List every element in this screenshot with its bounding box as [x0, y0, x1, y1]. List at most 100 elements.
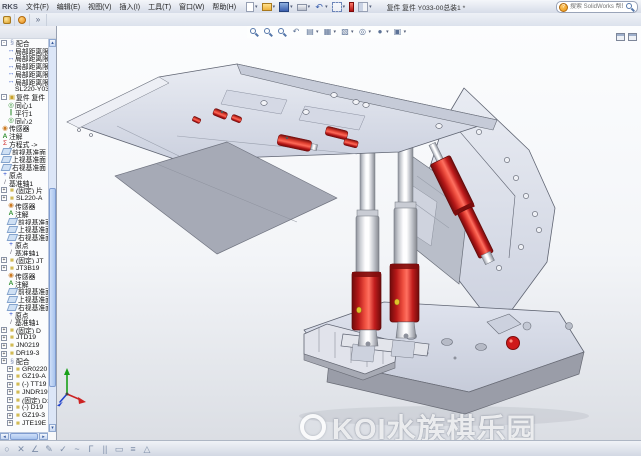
tree-item[interactable]: 前视基准面 — [0, 288, 48, 296]
document-window-menu[interactable] — [628, 28, 637, 46]
tree-item[interactable]: +■GR0220 — [0, 365, 48, 373]
tree-item[interactable]: +■(固定) D1 — [0, 396, 48, 404]
save[interactable]: ▾ — [277, 1, 295, 13]
menu-item[interactable]: 编辑(E) — [53, 2, 84, 12]
corner-tool[interactable]: Γ — [84, 442, 98, 456]
zoom-to-fit[interactable] — [247, 26, 261, 38]
expand-toggle[interactable]: - — [1, 94, 7, 100]
tree-item[interactable]: ∥平行1 — [0, 109, 48, 117]
tree-item[interactable]: A注解 — [0, 210, 48, 218]
tree-item[interactable]: /基准轴1 — [0, 319, 48, 327]
tree-vertical-scrollbar[interactable]: ▴ ▾ — [48, 39, 56, 432]
tree-item[interactable]: +■JTE19E — [0, 420, 48, 428]
tree-item[interactable]: ◎同心1 — [0, 101, 48, 109]
tree-item[interactable]: -§配合 — [0, 39, 48, 47]
tree-item[interactable]: 上视基准面 — [0, 295, 48, 303]
tree-item[interactable]: +■GZ19-3 — [0, 412, 48, 420]
dropdown-arrow-icon[interactable]: ▾ — [404, 29, 407, 35]
tree-item[interactable]: +■JTD19 — [0, 334, 48, 342]
circle-tool[interactable]: ○ — [0, 442, 14, 456]
hydraulic-leg-front[interactable] — [352, 146, 381, 347]
rebuild[interactable] — [347, 1, 356, 13]
pencil-tool[interactable]: ✎ — [42, 442, 56, 456]
tree-item[interactable]: +■(-) D19 — [0, 404, 48, 412]
tree-item[interactable]: 上视基准面 — [0, 155, 48, 163]
tree-item[interactable]: +■(-) TT19 — [0, 381, 48, 389]
open[interactable]: ▾ — [260, 1, 278, 13]
trim-tool[interactable]: ✕ — [14, 442, 28, 456]
select[interactable]: ▾ — [330, 1, 348, 13]
tree-item[interactable]: ◉传感器 — [0, 202, 48, 210]
dropdown-arrow-icon[interactable]: ▾ — [343, 4, 346, 10]
tree-item[interactable]: 右视基准面 — [0, 233, 48, 241]
expand-toggle[interactable]: + — [7, 389, 13, 395]
zoom-to-area[interactable] — [261, 26, 275, 38]
undo[interactable]: ↶▾ — [312, 1, 330, 13]
spline-tool[interactable]: ~ — [70, 442, 84, 456]
dropdown-arrow-icon[interactable]: ▾ — [351, 29, 354, 35]
dropdown-arrow-icon[interactable]: ▾ — [386, 29, 389, 35]
search-input[interactable] — [568, 3, 625, 11]
tree-item[interactable]: -▣复件 复件 — [0, 93, 48, 101]
tree-item[interactable]: ↔局部距离限制4 — [0, 70, 48, 78]
dropdown-arrow-icon[interactable]: ▾ — [325, 4, 328, 10]
tree-item[interactable]: SL220-Y033-2 — [0, 86, 48, 94]
tree-item[interactable]: /基准轴1 — [0, 179, 48, 187]
expand-toggle[interactable]: + — [1, 335, 7, 341]
reference-triad[interactable] — [57, 368, 86, 407]
menu-item[interactable]: 插入(I) — [115, 2, 144, 12]
tree-item[interactable]: +原点 — [0, 241, 48, 249]
model-canvas[interactable] — [57, 26, 641, 440]
check-tool[interactable]: ✓ — [56, 442, 70, 456]
expand-toggle[interactable]: + — [1, 187, 7, 193]
search-icon[interactable] — [625, 2, 635, 12]
tree-item[interactable]: 上视基准面 — [0, 225, 48, 233]
tree-item[interactable]: +■JN0219 — [0, 342, 48, 350]
expand-toggle[interactable]: + — [1, 358, 7, 364]
tree-item[interactable]: /基准轴1 — [0, 249, 48, 257]
scroll-left-arrow-icon[interactable]: ◂ — [0, 433, 9, 440]
expand-toggle[interactable]: + — [1, 327, 7, 333]
tree-item[interactable]: A注解 — [0, 132, 48, 140]
angle-tool[interactable]: ∠ — [28, 442, 42, 456]
scroll-down-arrow-icon[interactable]: ▾ — [49, 424, 56, 432]
display-style[interactable]: ▧▾ — [338, 26, 356, 38]
overflow-chevron[interactable]: » — [30, 14, 47, 26]
menu-item[interactable]: 窗口(W) — [175, 2, 208, 12]
tree-item[interactable]: +■(固定) 片 — [0, 187, 48, 195]
tree-item[interactable]: +■GZ19-A — [0, 373, 48, 381]
dropdown-arrow-icon[interactable]: ▾ — [334, 29, 337, 35]
menu-item[interactable]: 文件(F) — [22, 2, 53, 12]
canopy-shield-plate[interactable] — [115, 142, 337, 254]
scrollbar-thumb[interactable] — [49, 188, 56, 387]
expand-toggle[interactable]: + — [7, 413, 13, 419]
dropdown-arrow-icon[interactable]: ▾ — [369, 29, 372, 35]
scroll-right-arrow-icon[interactable]: ▸ — [39, 433, 48, 440]
expand-toggle[interactable]: - — [1, 40, 7, 46]
base-red-bore[interactable] — [507, 337, 520, 350]
expand-toggle[interactable]: + — [7, 420, 13, 426]
menu-item[interactable]: 帮助(H) — [208, 2, 240, 12]
tree-item[interactable]: ↔局部距离限制1 — [0, 47, 48, 55]
toolbox[interactable] — [0, 14, 15, 26]
print[interactable]: ▾ — [295, 1, 313, 13]
tree-item[interactable]: +■DR19-3 — [0, 350, 48, 358]
tree-item[interactable]: +§配合 — [0, 357, 48, 365]
offset-tool[interactable]: || — [98, 442, 112, 456]
tree-item[interactable]: +■JT3B19 — [0, 264, 48, 272]
menu-item[interactable]: 工具(T) — [144, 2, 175, 12]
tree-item[interactable]: +■SL220-A — [0, 194, 48, 202]
expand-toggle[interactable]: + — [7, 382, 13, 388]
tree-item[interactable]: +■(固定) D — [0, 326, 48, 334]
hide-show-items[interactable]: ◎▾ — [356, 26, 374, 38]
triangle-tool[interactable]: △ — [140, 442, 154, 456]
tree-item[interactable]: +■JNDR19 — [0, 388, 48, 396]
scroll-up-arrow-icon[interactable]: ▴ — [49, 39, 56, 47]
tree-item[interactable]: ↔局部距离限制5 — [0, 78, 48, 86]
scrollbar-thumb[interactable] — [10, 433, 38, 440]
tree-item[interactable]: ↔局部距离限制3 — [0, 62, 48, 70]
tree-item[interactable]: A注解 — [0, 280, 48, 288]
dropdown-arrow-icon[interactable]: ▾ — [308, 4, 311, 10]
tree-item[interactable]: 右视基准面 — [0, 303, 48, 311]
tree-horizontal-scrollbar[interactable]: ◂ ▸ — [0, 432, 48, 440]
